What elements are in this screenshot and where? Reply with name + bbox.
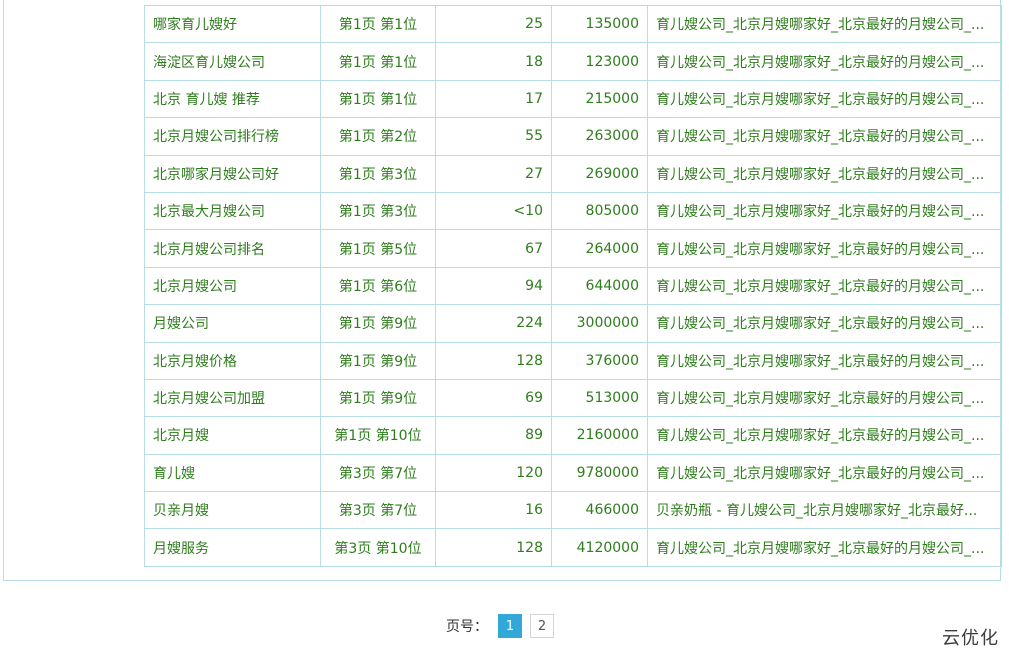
keyword-cell: 育儿嫂: [144, 453, 321, 493]
keyword-cell: 北京月嫂公司排行榜: [144, 117, 321, 156]
keyword-ranking-table: 哪家育儿嫂好 第1页 第1位 25 135000 育儿嫂公司_北京月嫂哪家好_北京最好的…: [144, 4, 1002, 567]
rank-cell: 第1页 第1位: [320, 4, 436, 44]
table-row: 北京 育儿嫂 推荐 第1页 第1位 17 215000 育儿嫂公司_北京月嫂哪家好_北京…: [144, 79, 1002, 119]
keyword-cell: 北京月嫂公司排名: [144, 229, 321, 268]
volume-cell: 644000: [551, 266, 648, 306]
table-row: 月嫂公司 第1页 第9位 224 3000000 育儿嫂公司_北京月嫂哪家好_北京最好的…: [144, 304, 1002, 343]
keyword-cell: 月嫂服务: [144, 528, 321, 567]
table-row: 北京月嫂公司 第1页 第6位 94 644000 育儿嫂公司_北京月嫂哪家好_北京最好的…: [144, 266, 1002, 306]
page-title-cell: 育儿嫂公司_北京月嫂哪家好_北京最好的月嫂公司_...: [647, 191, 1002, 231]
table-row: 北京月嫂公司加盟 第1页 第9位 69 513000 育儿嫂公司_北京月嫂哪家好_北京最…: [144, 378, 1002, 418]
table-row: 月嫂服务 第3页 第10位 128 4120000 育儿嫂公司_北京月嫂哪家好_北京最好…: [144, 528, 1002, 567]
page-title-cell: 育儿嫂公司_北京月嫂哪家好_北京最好的月嫂公司_...: [647, 229, 1002, 268]
index-cell: 55: [435, 117, 552, 156]
rank-cell: 第1页 第6位: [320, 266, 436, 306]
page-button-1[interactable]: 1: [498, 614, 522, 638]
page-title-cell: 贝亲奶瓶 - 育儿嫂公司_北京月嫂哪家好_北京最好...: [647, 491, 1002, 530]
rank-cell: 第1页 第9位: [320, 341, 436, 380]
table-row: 海淀区育儿嫂公司 第1页 第1位 18 123000 育儿嫂公司_北京月嫂哪家好_北京最…: [144, 42, 1002, 81]
index-cell: 120: [435, 453, 552, 493]
rank-cell: 第1页 第1位: [320, 42, 436, 81]
volume-cell: 263000: [551, 117, 648, 156]
volume-cell: 513000: [551, 378, 648, 418]
keyword-cell: 北京哪家月嫂公司好: [144, 154, 321, 193]
page-title-cell: 育儿嫂公司_北京月嫂哪家好_北京最好的月嫂公司_...: [647, 154, 1002, 193]
keyword-cell: 北京最大月嫂公司: [144, 191, 321, 231]
rank-cell: 第3页 第7位: [320, 453, 436, 493]
table-row: 育儿嫂 第3页 第7位 120 9780000 育儿嫂公司_北京月嫂哪家好_北京最好的月…: [144, 453, 1002, 493]
page-title-cell: 育儿嫂公司_北京月嫂哪家好_北京最好的月嫂公司_...: [647, 453, 1002, 493]
page-title-cell: 育儿嫂公司_北京月嫂哪家好_北京最好的月嫂公司_...: [647, 79, 1002, 119]
rank-cell: 第1页 第3位: [320, 191, 436, 231]
index-cell: 224: [435, 304, 552, 343]
index-cell: 17: [435, 79, 552, 119]
page-title-cell: 育儿嫂公司_北京月嫂哪家好_北京最好的月嫂公司_...: [647, 4, 1002, 44]
page-title-cell: 育儿嫂公司_北京月嫂哪家好_北京最好的月嫂公司_...: [647, 528, 1002, 567]
table-row: 哪家育儿嫂好 第1页 第1位 25 135000 育儿嫂公司_北京月嫂哪家好_北京最好的…: [144, 4, 1002, 44]
rank-cell: 第3页 第7位: [320, 491, 436, 530]
volume-cell: 805000: [551, 191, 648, 231]
keyword-cell: 北京月嫂价格: [144, 341, 321, 380]
volume-cell: 466000: [551, 491, 648, 530]
volume-cell: 9780000: [551, 453, 648, 493]
table-row: 北京月嫂 第1页 第10位 89 2160000 育儿嫂公司_北京月嫂哪家好_北京最好的…: [144, 416, 1002, 455]
index-cell: 128: [435, 528, 552, 567]
volume-cell: 123000: [551, 42, 648, 81]
keyword-cell: 月嫂公司: [144, 304, 321, 343]
table-row: 北京哪家月嫂公司好 第1页 第3位 27 269000 育儿嫂公司_北京月嫂哪家好_北京…: [144, 154, 1002, 193]
volume-cell: 215000: [551, 79, 648, 119]
volume-cell: 4120000: [551, 528, 648, 567]
table-row: 北京最大月嫂公司 第1页 第3位 <10 805000 育儿嫂公司_北京月嫂哪家好_北京…: [144, 191, 1002, 231]
table-row: 北京月嫂公司排名 第1页 第5位 67 264000 育儿嫂公司_北京月嫂哪家好_北京最…: [144, 229, 1002, 268]
rank-cell: 第3页 第10位: [320, 528, 436, 567]
index-cell: 128: [435, 341, 552, 380]
keyword-cell: 哪家育儿嫂好: [144, 4, 321, 44]
rank-cell: 第1页 第10位: [320, 416, 436, 455]
volume-cell: 264000: [551, 229, 648, 268]
page-title-cell: 育儿嫂公司_北京月嫂哪家好_北京最好的月嫂公司_...: [647, 117, 1002, 156]
keyword-cell: 北京月嫂: [144, 416, 321, 455]
index-cell: 25: [435, 4, 552, 44]
keyword-cell: 北京月嫂公司: [144, 266, 321, 306]
index-cell: 89: [435, 416, 552, 455]
pagination-label: 页号：: [446, 619, 488, 635]
rank-cell: 第1页 第1位: [320, 79, 436, 119]
pagination: 页号： 1 2: [446, 613, 554, 639]
index-cell: 94: [435, 266, 552, 306]
volume-cell: 135000: [551, 4, 648, 44]
table-body: 哪家育儿嫂好 第1页 第1位 25 135000 育儿嫂公司_北京月嫂哪家好_北京最好的…: [144, 4, 1002, 567]
volume-cell: 3000000: [551, 304, 648, 343]
page-title-cell: 育儿嫂公司_北京月嫂哪家好_北京最好的月嫂公司_...: [647, 304, 1002, 343]
page-title-cell: 育儿嫂公司_北京月嫂哪家好_北京最好的月嫂公司_...: [647, 416, 1002, 455]
index-cell: 69: [435, 378, 552, 418]
rank-cell: 第1页 第5位: [320, 229, 436, 268]
rank-cell: 第1页 第3位: [320, 154, 436, 193]
page-title-cell: 育儿嫂公司_北京月嫂哪家好_北京最好的月嫂公司_...: [647, 378, 1002, 418]
page-title-cell: 育儿嫂公司_北京月嫂哪家好_北京最好的月嫂公司_...: [647, 42, 1002, 81]
watermark-logo-text: 云优化: [942, 628, 999, 649]
page-title-cell: 育儿嫂公司_北京月嫂哪家好_北京最好的月嫂公司_...: [647, 341, 1002, 380]
keyword-cell: 北京月嫂公司加盟: [144, 378, 321, 418]
table-row: 北京月嫂公司排行榜 第1页 第2位 55 263000 育儿嫂公司_北京月嫂哪家好_北京…: [144, 117, 1002, 156]
index-cell: <10: [435, 191, 552, 231]
table-row: 北京月嫂价格 第1页 第9位 128 376000 育儿嫂公司_北京月嫂哪家好_北京最好…: [144, 341, 1002, 380]
index-cell: 16: [435, 491, 552, 530]
table-row: 贝亲月嫂 第3页 第7位 16 466000 贝亲奶瓶 - 育儿嫂公司_北京月嫂哪家好_…: [144, 491, 1002, 530]
page-title-cell: 育儿嫂公司_北京月嫂哪家好_北京最好的月嫂公司_...: [647, 266, 1002, 306]
index-cell: 67: [435, 229, 552, 268]
keyword-cell: 海淀区育儿嫂公司: [144, 42, 321, 81]
keyword-cell: 贝亲月嫂: [144, 491, 321, 530]
keyword-cell: 北京 育儿嫂 推荐: [144, 79, 321, 119]
page-button-2[interactable]: 2: [530, 614, 554, 638]
volume-cell: 2160000: [551, 416, 648, 455]
volume-cell: 376000: [551, 341, 648, 380]
index-cell: 18: [435, 42, 552, 81]
rank-cell: 第1页 第9位: [320, 378, 436, 418]
rank-cell: 第1页 第9位: [320, 304, 436, 343]
rank-cell: 第1页 第2位: [320, 117, 436, 156]
index-cell: 27: [435, 154, 552, 193]
volume-cell: 269000: [551, 154, 648, 193]
